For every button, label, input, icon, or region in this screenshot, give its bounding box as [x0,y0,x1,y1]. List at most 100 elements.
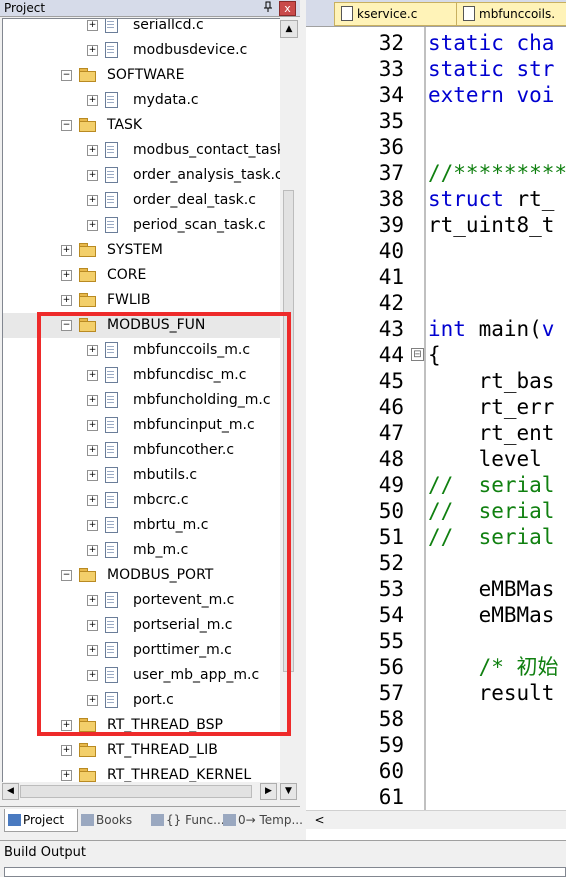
code-line[interactable]: rt_err [428,394,555,420]
tree-folder[interactable]: + RT_THREAD_BSP [3,713,281,738]
tree-file[interactable]: + mbcrc.c [3,488,281,513]
code-line[interactable]: result [428,680,555,706]
code-line[interactable]: //********* [428,160,566,186]
tree-file[interactable]: + porttimer_m.c [3,638,281,663]
tree-folder[interactable]: + CORE [3,263,281,288]
scroll-left-arrow-icon[interactable]: ◀ [2,783,19,800]
expand-icon[interactable]: + [87,470,98,481]
tree-file[interactable]: + mbutils.c [3,463,281,488]
code-line[interactable]: static str [428,56,554,82]
editor-horizontal-scrollbar[interactable]: < [306,810,566,829]
tree-file[interactable]: + mbfuncdisc_m.c [3,363,281,388]
expand-icon[interactable]: + [87,45,98,56]
tree-folder[interactable]: + RT_THREAD_LIB [3,738,281,763]
expand-icon[interactable]: + [87,220,98,231]
expand-icon[interactable]: + [87,695,98,706]
code-line[interactable]: static cha [428,30,554,56]
code-line[interactable]: extern voi [428,82,554,108]
expand-icon[interactable]: + [87,495,98,506]
code-line[interactable]: // serial [428,524,554,550]
code-line[interactable]: // serial [428,498,554,524]
horizontal-scroll-thumb[interactable] [20,785,252,798]
tree-file[interactable]: + mbrtu_m.c [3,513,281,538]
tree-folder[interactable]: − MODBUS_PORT [3,563,281,588]
tree-file[interactable]: + mbfunccoils_m.c [3,338,281,363]
tree-file[interactable]: + period_scan_task.c [3,213,281,238]
scroll-up-arrow-icon[interactable]: ▲ [280,20,298,38]
collapse-icon[interactable]: − [61,70,72,81]
code-line[interactable]: int main(v [428,316,554,342]
tree-folder[interactable]: + FWLIB [3,288,281,313]
expand-icon[interactable]: + [87,195,98,206]
code-line[interactable]: level [428,446,554,472]
bottom-tab-books[interactable]: Books [78,809,146,831]
build-output-body[interactable] [4,867,566,877]
close-panel-button[interactable]: x [279,1,296,16]
expand-icon[interactable]: + [87,595,98,606]
tree-folder[interactable]: − MODBUS_FUN [3,313,281,338]
code-line[interactable]: { [428,342,441,368]
expand-icon[interactable]: + [87,520,98,531]
code-line[interactable]: eMBMas [428,576,555,602]
expand-icon[interactable]: + [87,645,98,656]
tree-file[interactable]: + portevent_m.c [3,588,281,613]
expand-icon[interactable]: + [87,145,98,156]
tree-file[interactable]: + mb_m.c [3,538,281,563]
collapse-icon[interactable]: − [61,120,72,131]
expand-icon[interactable]: + [61,745,72,756]
tree-folder[interactable]: − TASK [3,113,281,138]
expand-icon[interactable]: + [87,20,98,31]
tree-file[interactable]: + order_analysis_task.c [3,163,281,188]
tree-file[interactable]: + portserial_m.c [3,613,281,638]
code-line[interactable]: rt_uint8_t [428,212,554,238]
expand-icon[interactable]: + [87,670,98,681]
bottom-tab-templates[interactable]: 0→ Temp... [220,809,303,831]
scroll-left-arrow-icon[interactable]: < [312,813,327,827]
tree-file[interactable]: + modbus_contact_task [3,138,281,163]
bottom-tab-functions[interactable]: {} Func... [148,809,225,831]
scroll-right-arrow-icon[interactable]: ▶ [260,783,277,800]
collapse-icon[interactable]: − [61,570,72,581]
expand-icon[interactable]: + [87,95,98,106]
code-line[interactable]: rt_ent [428,420,555,446]
expand-icon[interactable]: + [87,620,98,631]
horizontal-scrollbar[interactable]: ◀ ▶ ▼ [2,782,298,800]
code-line[interactable]: rt_bas [428,368,555,394]
tree-folder[interactable]: + SYSTEM [3,238,281,263]
bottom-tab-project[interactable]: Project [4,809,78,832]
expand-icon[interactable]: + [87,370,98,381]
expand-icon[interactable]: + [87,345,98,356]
tree-file[interactable]: + mbfuncholding_m.c [3,388,281,413]
expand-icon[interactable]: + [61,245,72,256]
tree-file[interactable]: + mydata.c [3,88,281,113]
tree-file[interactable]: + port.c [3,688,281,713]
code-line[interactable]: /* 初始 [428,654,559,680]
expand-icon[interactable]: + [87,170,98,181]
expand-icon[interactable]: + [61,270,72,281]
collapse-icon[interactable]: − [61,320,72,331]
tree-file[interactable]: + mbfuncinput_m.c [3,413,281,438]
expand-icon[interactable]: + [61,770,72,781]
expand-icon[interactable]: + [87,395,98,406]
project-tree[interactable]: + seriallcd.c + modbusdevice.c − SOFTWARE + myd… [2,18,282,784]
tree-folder[interactable]: − SOFTWARE [3,63,281,88]
editor-tab[interactable]: mbfunccoils. [456,2,566,26]
expand-icon[interactable]: + [61,295,72,306]
vertical-scrollbar[interactable]: ▲ [280,18,298,782]
expand-icon[interactable]: + [87,420,98,431]
code-line[interactable]: struct rt_ [428,186,554,212]
tree-file[interactable]: + order_deal_task.c [3,188,281,213]
code-line[interactable]: eMBMas [428,602,555,628]
tree-file[interactable]: + seriallcd.c [3,19,281,38]
tree-file[interactable]: + user_mb_app_m.c [3,663,281,688]
tree-file[interactable]: + modbusdevice.c [3,38,281,63]
code-line[interactable]: // serial [428,472,554,498]
expand-icon[interactable]: + [61,720,72,731]
tree-file[interactable]: + mbfuncother.c [3,438,281,463]
expand-icon[interactable]: + [87,445,98,456]
tree-folder[interactable]: + RT_THREAD_KERNEL [3,763,281,783]
fold-toggle-icon[interactable]: ⊟ [411,348,424,361]
scroll-down-arrow-icon[interactable]: ▼ [280,783,297,800]
vertical-scroll-thumb[interactable] [283,190,294,672]
pin-icon[interactable] [262,1,274,15]
